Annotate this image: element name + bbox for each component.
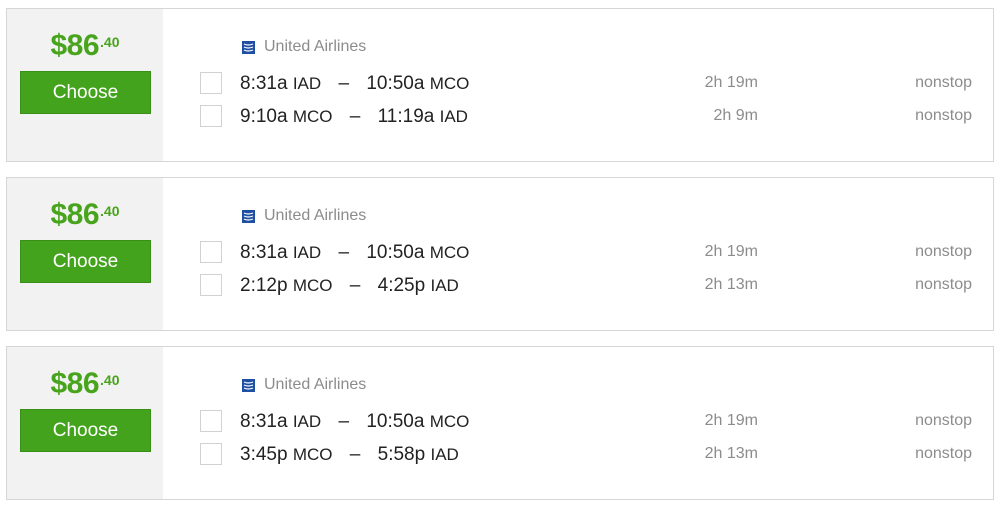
leg-stops: nonstop xyxy=(915,74,972,91)
time-separator: – xyxy=(338,411,350,432)
price-cents: .40 xyxy=(100,203,120,219)
price-cents: .40 xyxy=(100,372,120,388)
time-separator: – xyxy=(338,242,350,263)
arrive-airport: IAD xyxy=(439,107,468,126)
depart-time: 8:31a xyxy=(240,73,288,94)
leg-checkbox[interactable] xyxy=(200,72,222,94)
flight-leg: 8:31a IAD – 10:50a MCO 2h 19m nonstop xyxy=(200,241,986,265)
flight-leg: 9:10a MCO – 11:19a IAD 2h 9m nonstop xyxy=(200,105,986,129)
united-airlines-logo-icon xyxy=(242,209,255,223)
price-panel: $86.40 Choose xyxy=(7,178,163,330)
leg-times: 2:12p MCO – 4:25p IAD xyxy=(240,275,459,297)
airline-name: United Airlines xyxy=(264,207,367,224)
leg-checkbox[interactable] xyxy=(200,105,222,127)
choose-button[interactable]: Choose xyxy=(20,71,151,114)
depart-time: 8:31a xyxy=(240,242,288,263)
leg-checkbox[interactable] xyxy=(200,410,222,432)
choose-button[interactable]: Choose xyxy=(20,240,151,283)
depart-airport: MCO xyxy=(292,107,333,126)
airline-name: United Airlines xyxy=(264,376,367,393)
leg-times: 8:31a IAD – 10:50a MCO xyxy=(240,73,469,95)
depart-airport: IAD xyxy=(292,243,322,262)
arrive-airport: IAD xyxy=(430,276,459,295)
leg-duration: 2h 13m xyxy=(704,445,758,462)
price: $86.40 xyxy=(7,369,163,399)
leg-checkbox[interactable] xyxy=(200,274,222,296)
depart-airport: IAD xyxy=(292,74,322,93)
depart-airport: MCO xyxy=(292,445,333,464)
leg-stops: nonstop xyxy=(915,243,972,260)
leg-stops: nonstop xyxy=(915,276,972,293)
leg-times: 8:31a IAD – 10:50a MCO xyxy=(240,411,469,433)
time-separator: – xyxy=(349,444,361,465)
depart-time: 3:45p xyxy=(240,444,288,465)
leg-times: 3:45p MCO – 5:58p IAD xyxy=(240,444,459,466)
leg-stops: nonstop xyxy=(915,107,972,124)
price: $86.40 xyxy=(7,31,163,61)
price-dollars: $86 xyxy=(50,198,100,231)
arrive-time: 4:25p xyxy=(377,275,426,296)
depart-time: 8:31a xyxy=(240,411,288,432)
arrive-airport: MCO xyxy=(429,412,470,431)
airline: United Airlines xyxy=(242,38,366,56)
arrive-time: 11:19a xyxy=(377,106,435,127)
price-dollars: $86 xyxy=(50,29,100,62)
time-separator: – xyxy=(349,275,361,296)
depart-airport: MCO xyxy=(292,276,333,295)
arrive-time: 5:58p xyxy=(377,444,426,465)
arrive-time: 10:50a xyxy=(366,242,425,263)
depart-airport: IAD xyxy=(292,412,322,431)
leg-checkbox[interactable] xyxy=(200,443,222,465)
leg-stops: nonstop xyxy=(915,445,972,462)
airline: United Airlines xyxy=(242,376,366,394)
leg-duration: 2h 19m xyxy=(704,243,758,260)
price-cents: .40 xyxy=(100,34,120,50)
flight-leg: 8:31a IAD – 10:50a MCO 2h 19m nonstop xyxy=(200,410,986,434)
leg-stops: nonstop xyxy=(915,412,972,429)
arrive-time: 10:50a xyxy=(366,411,425,432)
leg-duration: 2h 13m xyxy=(704,276,758,293)
flight-result-card: $86.40 Choose United Airlines 8:31a IAD … xyxy=(6,177,994,331)
flight-result-card: $86.40 Choose United Airlines 8:31a IAD … xyxy=(6,346,994,500)
flight-result-card: $86.40 Choose United Airlines 8:31a IAD … xyxy=(6,8,994,162)
leg-duration: 2h 19m xyxy=(704,74,758,91)
price-panel: $86.40 Choose xyxy=(7,347,163,499)
airline-name: United Airlines xyxy=(264,38,367,55)
flight-leg: 2:12p MCO – 4:25p IAD 2h 13m nonstop xyxy=(200,274,986,298)
time-separator: – xyxy=(349,106,361,127)
united-airlines-logo-icon xyxy=(242,378,255,392)
time-separator: – xyxy=(338,73,350,94)
flight-leg: 3:45p MCO – 5:58p IAD 2h 13m nonstop xyxy=(200,443,986,467)
arrive-airport: IAD xyxy=(430,445,459,464)
depart-time: 9:10a xyxy=(240,106,288,127)
leg-duration: 2h 9m xyxy=(713,107,758,124)
leg-checkbox[interactable] xyxy=(200,241,222,263)
airline: United Airlines xyxy=(242,207,366,225)
arrive-time: 10:50a xyxy=(366,73,425,94)
price-panel: $86.40 Choose xyxy=(7,9,163,161)
leg-times: 8:31a IAD – 10:50a MCO xyxy=(240,242,469,264)
arrive-airport: MCO xyxy=(429,243,470,262)
flight-leg: 8:31a IAD – 10:50a MCO 2h 19m nonstop xyxy=(200,72,986,96)
leg-times: 9:10a MCO – 11:19a IAD xyxy=(240,106,468,128)
depart-time: 2:12p xyxy=(240,275,288,296)
united-airlines-logo-icon xyxy=(242,40,255,54)
leg-duration: 2h 19m xyxy=(704,412,758,429)
price-dollars: $86 xyxy=(50,367,100,400)
price: $86.40 xyxy=(7,200,163,230)
arrive-airport: MCO xyxy=(429,74,470,93)
choose-button[interactable]: Choose xyxy=(20,409,151,452)
